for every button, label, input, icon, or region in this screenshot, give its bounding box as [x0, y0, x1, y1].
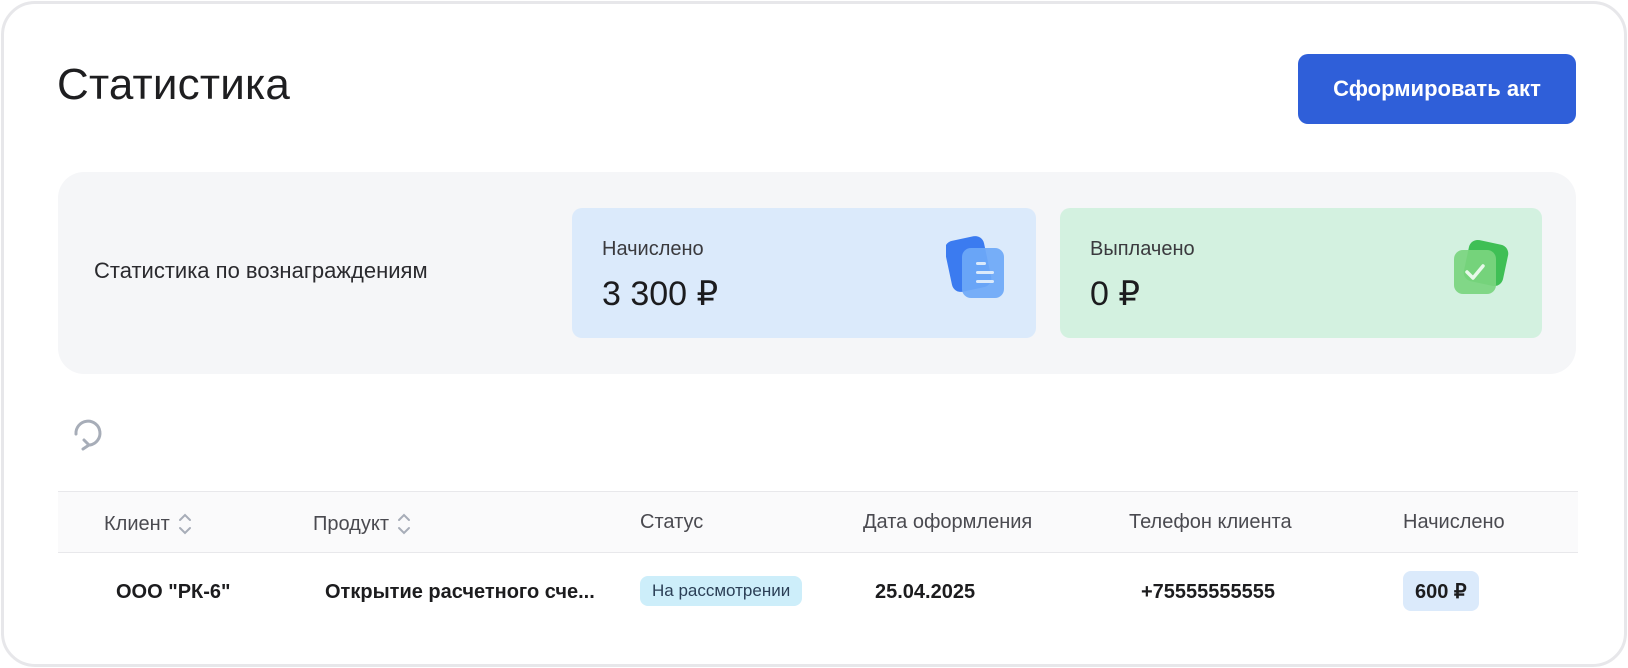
generate-act-button[interactable]: Сформировать акт — [1298, 54, 1576, 124]
rewards-stats-label: Статистика по вознаграждениям — [94, 258, 428, 283]
column-label-product: Продукт — [313, 512, 389, 535]
rewards-table: Клиент Продукт Статус Дата оформления Те… — [58, 491, 1578, 633]
sort-icon[interactable] — [397, 511, 411, 537]
column-header-status: Статус — [640, 511, 704, 533]
table-row[interactable]: ООО "РК-6" Открытие расчетного сче... На… — [58, 553, 1578, 633]
accrued-caption: Начислено — [602, 238, 704, 260]
rewards-stats-panel: Статистика по вознаграждениям Начислено … — [58, 172, 1576, 374]
paid-caption: Выплачено — [1090, 238, 1195, 260]
column-header-client[interactable]: Клиент — [104, 511, 192, 537]
page-title: Статистика — [57, 60, 291, 109]
paid-stat-card: Выплачено 0 ₽ — [1060, 208, 1542, 338]
column-header-accrued: Начислено — [1403, 511, 1505, 533]
column-label-client: Клиент — [104, 512, 170, 535]
accrued-amount-badge: 600 ₽ — [1403, 571, 1479, 611]
cell-client: ООО "РК-6" — [116, 581, 231, 603]
documents-icon — [946, 236, 1004, 298]
table-header: Клиент Продукт Статус Дата оформления Те… — [58, 491, 1578, 553]
cell-phone: +75555555555 — [1141, 581, 1276, 603]
statistics-card: Статистика Сформировать акт Статистика п… — [1, 1, 1627, 667]
column-header-date: Дата оформления — [863, 511, 1033, 533]
accrued-value: 3 300 ₽ — [602, 275, 719, 313]
column-header-product[interactable]: Продукт — [313, 511, 411, 537]
sort-icon[interactable] — [178, 511, 192, 537]
status-badge: На рассмотрении — [640, 576, 803, 606]
paid-value: 0 ₽ — [1090, 275, 1140, 313]
check-badge-icon — [1454, 239, 1509, 294]
accrued-stat-card: Начислено 3 300 ₽ — [572, 208, 1036, 338]
cell-date: 25.04.2025 — [875, 581, 976, 603]
refresh-icon[interactable] — [68, 414, 106, 452]
column-header-phone: Телефон клиента — [1129, 511, 1292, 533]
cell-product: Открытие расчетного сче... — [325, 581, 595, 603]
